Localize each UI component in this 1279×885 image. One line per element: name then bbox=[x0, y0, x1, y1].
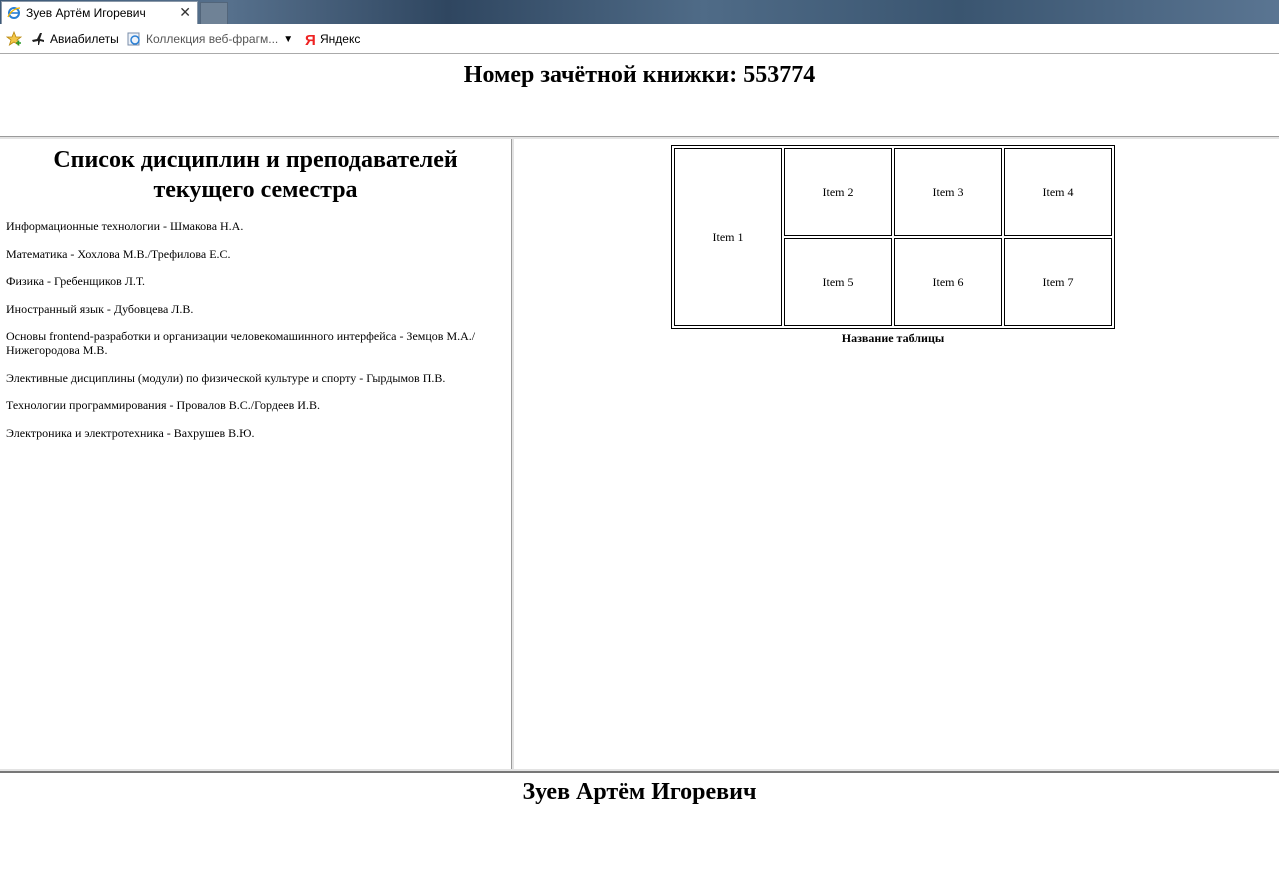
favorite-link-aviabilety[interactable]: Авиабилеты bbox=[30, 31, 119, 47]
browser-tab[interactable]: Зуев Артём Игоревич ✕ bbox=[1, 1, 198, 24]
chevron-down-icon[interactable]: ▼ bbox=[283, 34, 293, 45]
table-cell: Item 5 bbox=[784, 238, 892, 326]
web-slice-icon bbox=[127, 32, 140, 46]
favorite-label: Авиабилеты bbox=[50, 32, 119, 46]
left-frame: Список дисциплин и преподавателей текуще… bbox=[0, 139, 511, 769]
favorite-label: Яндекс bbox=[320, 32, 361, 46]
internet-explorer-icon bbox=[7, 7, 21, 19]
new-tab-button[interactable] bbox=[200, 2, 228, 24]
yandex-icon: Я bbox=[305, 32, 316, 47]
items-table: Название таблицы Item 1 Item 2 Item 3 It… bbox=[671, 145, 1115, 346]
table-caption: Название таблицы bbox=[841, 331, 945, 345]
list-item: Физика - Гребенщиков Л.Т. bbox=[6, 274, 146, 288]
table-cell: Item 7 bbox=[1004, 238, 1112, 326]
favorite-link-yandex[interactable]: Я Яндекс bbox=[304, 31, 360, 47]
table-cell: Item 6 bbox=[894, 238, 1002, 326]
table-row: Item 1 Item 2 Item 3 Item 4 bbox=[674, 148, 1112, 326]
table-cell: Item 3 bbox=[894, 148, 1002, 236]
tab-title: Зуев Артём Игоревич bbox=[26, 6, 146, 20]
list-item: Математика - Хохлова М.В./Трефилова Е.С. bbox=[6, 246, 231, 261]
close-tab-icon[interactable]: ✕ bbox=[179, 4, 191, 21]
list-item: Технологии программирования - Провалов В… bbox=[6, 398, 320, 412]
favorite-label: Коллекция веб-фрагм... bbox=[146, 32, 279, 46]
student-name-heading: Зуев Артём Игоревич bbox=[522, 779, 757, 805]
favorites-bar: Авиабилеты Коллекция веб-фрагм... ▼ Я Ян… bbox=[0, 24, 1279, 54]
list-item: Иностранный язык - Дубовцева Л.В. bbox=[6, 301, 194, 316]
list-item: Основы frontend-разработки и организации… bbox=[6, 329, 476, 357]
table-cell: Item 4 bbox=[1004, 148, 1112, 236]
table-cell: Item 1 bbox=[674, 148, 782, 326]
disciplines-list: Информационные технологии - Шмакова Н.А.… bbox=[0, 219, 511, 440]
right-frame: Название таблицы Item 1 Item 2 Item 3 It… bbox=[514, 139, 1279, 769]
disciplines-heading: Список дисциплин и преподавателей текуще… bbox=[53, 147, 458, 203]
list-item: Информационные технологии - Шмакова Н.А. bbox=[6, 219, 244, 233]
bottom-frame: Зуев Артём Игоревич bbox=[0, 773, 1279, 885]
record-book-number-heading: Номер зачётной книжки: 553774 bbox=[463, 62, 816, 88]
svg-text:Я: Я bbox=[305, 32, 316, 47]
list-item: Электроника и электротехника - Вахрушев … bbox=[6, 425, 255, 440]
favorites-star-icon[interactable] bbox=[6, 31, 26, 47]
table-cell: Item 2 bbox=[784, 148, 892, 236]
top-frame: Номер зачётной книжки: 553774 bbox=[0, 54, 1279, 136]
list-item: Элективные дисциплины (модули) по физиче… bbox=[6, 370, 446, 385]
favorite-link-web-slices[interactable]: Коллекция веб-фрагм... ▼ bbox=[126, 31, 293, 47]
airplane-icon bbox=[32, 33, 44, 45]
browser-tab-strip: Зуев Артём Игоревич ✕ bbox=[0, 0, 1279, 24]
